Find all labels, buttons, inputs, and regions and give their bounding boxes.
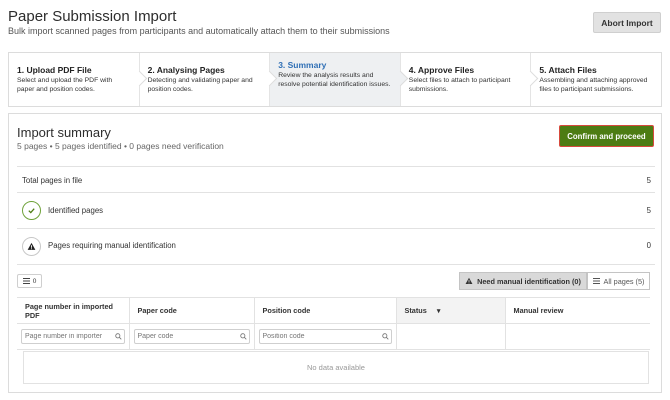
step-description: Review the analysis results and resolve … — [278, 72, 391, 88]
step-approve-files[interactable]: 4. Approve Files Select files to attach … — [401, 53, 539, 106]
stat-value: 0 — [646, 241, 651, 250]
filter-cell — [254, 323, 397, 350]
filter-all-pages-button[interactable]: All pages (5) — [587, 272, 650, 290]
step-attach-files[interactable]: 5. Attach Files Assembling and attaching… — [531, 53, 661, 106]
step-title: 2. Analysing Pages — [147, 65, 225, 75]
stat-value: 5 — [646, 206, 651, 215]
page-subtitle: Bulk import scanned pages from participa… — [8, 26, 390, 36]
abort-import-button[interactable]: Abort Import — [593, 12, 661, 33]
step-description: Select and upload the PDF with paper and… — [17, 77, 113, 93]
filter-all-label: All pages (5) — [603, 276, 645, 286]
filter-cell — [17, 323, 130, 350]
stat-label: Total pages in file — [22, 176, 83, 185]
stat-row-identified: Identified pages 5 — [17, 192, 655, 228]
summary-subtitle: 5 pages • 5 pages identified • 0 pages n… — [17, 141, 224, 151]
step-upload-pdf[interactable]: 1. Upload PDF File Select and upload the… — [9, 53, 147, 106]
column-header-manual-review[interactable]: Manual review — [505, 297, 650, 324]
warning-icon — [22, 237, 41, 256]
search-icon — [381, 333, 389, 340]
step-description: Detecting and validating paper and posit… — [147, 77, 253, 93]
stat-row-total: Total pages in file 5 — [17, 166, 655, 192]
list-icon — [592, 278, 600, 284]
pages-table: Page number in imported PDF Paper code P… — [17, 297, 650, 350]
step-title: 1. Upload PDF File — [17, 65, 92, 75]
filter-need-manual-button[interactable]: Need manual identification (0) — [459, 272, 587, 290]
stat-row-manual: Pages requiring manual identification 0 — [17, 228, 655, 264]
stat-label: Pages requiring manual identification — [48, 241, 176, 250]
empty-table-message: No data available — [23, 351, 649, 384]
summary-title: Import summary — [17, 125, 111, 140]
column-header-status[interactable]: Status ▾ — [396, 297, 506, 324]
stat-value: 5 — [646, 176, 651, 185]
filter-cell — [129, 323, 255, 350]
column-header-paper-code[interactable]: Paper code — [129, 297, 255, 324]
step-analysing-pages[interactable]: 2. Analysing Pages Detecting and validat… — [140, 53, 278, 106]
page-title: Paper Submission Import — [8, 8, 177, 25]
position-code-filter-input[interactable] — [258, 329, 392, 344]
step-summary[interactable]: 3. Summary Review the analysis results a… — [270, 53, 409, 106]
stat-label: Identified pages — [48, 206, 104, 215]
page-number-filter-input[interactable] — [21, 329, 125, 344]
step-title: 5. Attach Files — [539, 65, 597, 75]
columns-toggle-button[interactable]: 0 — [17, 274, 42, 288]
list-icon — [22, 278, 30, 284]
step-description: Select files to attach to participant su… — [408, 77, 511, 93]
warning-icon — [465, 277, 473, 285]
column-header-position-code[interactable]: Position code — [254, 297, 397, 324]
step-description: Assembling and attaching approved files … — [539, 77, 648, 93]
filter-cell — [505, 323, 650, 350]
sort-down-icon: ▾ — [436, 308, 441, 315]
search-icon — [114, 333, 122, 340]
filter-need-label: Need manual identification (0) — [477, 276, 581, 286]
search-icon — [239, 333, 247, 340]
confirm-and-proceed-button[interactable]: Confirm and proceed — [559, 125, 654, 147]
paper-code-filter-input[interactable] — [133, 329, 250, 344]
wizard-steps: 1. Upload PDF File Select and upload the… — [8, 52, 662, 107]
columns-count: 0 — [32, 277, 37, 285]
step-title: 4. Approve Files — [408, 65, 475, 75]
filter-cell — [396, 323, 506, 350]
column-header-page-number[interactable]: Page number in imported PDF — [17, 297, 130, 324]
step-title: 3. Summary — [278, 60, 327, 70]
check-icon — [22, 201, 41, 220]
import-summary-panel: Import summary 5 pages • 5 pages identif… — [8, 113, 662, 393]
status-header-label: Status — [404, 306, 427, 315]
